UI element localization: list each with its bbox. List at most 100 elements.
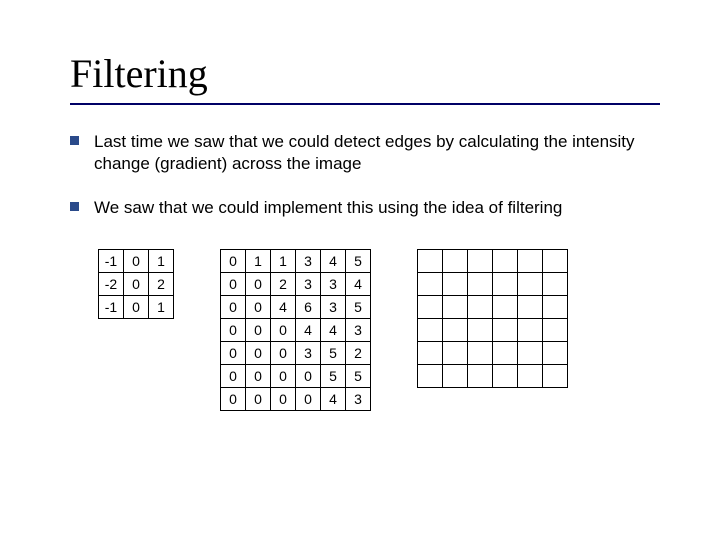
slide: Filtering Last time we saw that we could… bbox=[0, 0, 720, 540]
cell bbox=[493, 273, 518, 296]
square-bullet-icon bbox=[70, 202, 79, 211]
cell bbox=[443, 365, 468, 388]
cell: 2 bbox=[346, 342, 371, 365]
cell: 0 bbox=[271, 342, 296, 365]
cell: 5 bbox=[321, 342, 346, 365]
cell bbox=[518, 273, 543, 296]
cell: 2 bbox=[271, 273, 296, 296]
cell bbox=[518, 250, 543, 273]
cell: 0 bbox=[246, 296, 271, 319]
cell: 3 bbox=[296, 273, 321, 296]
cell bbox=[493, 342, 518, 365]
kernel-table: -1 0 1 -2 0 2 -1 0 1 bbox=[98, 249, 174, 319]
cell: 0 bbox=[271, 388, 296, 411]
cell bbox=[543, 365, 568, 388]
bullet-text: Last time we saw that we could detect ed… bbox=[94, 132, 635, 173]
cell bbox=[418, 250, 443, 273]
cell bbox=[518, 319, 543, 342]
cell: 1 bbox=[271, 250, 296, 273]
table-row bbox=[418, 296, 568, 319]
cell: 0 bbox=[246, 365, 271, 388]
cell: 0 bbox=[221, 319, 246, 342]
cell: 2 bbox=[149, 273, 174, 296]
square-bullet-icon bbox=[70, 136, 79, 145]
cell bbox=[418, 296, 443, 319]
table-row: 0 0 0 4 4 3 bbox=[221, 319, 371, 342]
cell bbox=[418, 365, 443, 388]
cell: 0 bbox=[221, 273, 246, 296]
cell bbox=[443, 296, 468, 319]
cell bbox=[493, 296, 518, 319]
cell: -2 bbox=[99, 273, 124, 296]
cell: 1 bbox=[246, 250, 271, 273]
cell bbox=[543, 319, 568, 342]
bullet-list: Last time we saw that we could detect ed… bbox=[70, 131, 660, 219]
cell: -1 bbox=[99, 250, 124, 273]
cell: 6 bbox=[296, 296, 321, 319]
cell: 0 bbox=[221, 365, 246, 388]
cell: 0 bbox=[296, 365, 321, 388]
cell: 0 bbox=[124, 250, 149, 273]
cell: 0 bbox=[246, 319, 271, 342]
cell: 5 bbox=[321, 365, 346, 388]
bullet-text: We saw that we could implement this usin… bbox=[94, 198, 562, 217]
cell: 0 bbox=[271, 365, 296, 388]
cell bbox=[543, 342, 568, 365]
cell: 4 bbox=[346, 273, 371, 296]
cell bbox=[418, 342, 443, 365]
cell bbox=[468, 319, 493, 342]
cell bbox=[468, 250, 493, 273]
table-row bbox=[418, 250, 568, 273]
cell: 3 bbox=[346, 319, 371, 342]
cell: 1 bbox=[149, 250, 174, 273]
page-title: Filtering bbox=[70, 50, 660, 97]
cell bbox=[418, 273, 443, 296]
table-row: -2 0 2 bbox=[99, 273, 174, 296]
cell: 3 bbox=[321, 273, 346, 296]
cell: 1 bbox=[149, 296, 174, 319]
list-item: We saw that we could implement this usin… bbox=[70, 197, 660, 219]
cell: 0 bbox=[221, 296, 246, 319]
cell: 0 bbox=[246, 388, 271, 411]
cell bbox=[518, 342, 543, 365]
cell bbox=[543, 250, 568, 273]
cell: 0 bbox=[124, 273, 149, 296]
cell: 0 bbox=[246, 273, 271, 296]
list-item: Last time we saw that we could detect ed… bbox=[70, 131, 660, 175]
tables-row: -1 0 1 -2 0 2 -1 0 1 0 1 1 3 4 5 bbox=[70, 249, 660, 411]
cell bbox=[518, 296, 543, 319]
cell bbox=[543, 296, 568, 319]
cell: 5 bbox=[346, 296, 371, 319]
table-row: 0 0 2 3 3 4 bbox=[221, 273, 371, 296]
cell bbox=[418, 319, 443, 342]
cell: 3 bbox=[296, 250, 321, 273]
cell bbox=[468, 342, 493, 365]
table-row: 0 1 1 3 4 5 bbox=[221, 250, 371, 273]
cell bbox=[443, 250, 468, 273]
cell: 4 bbox=[321, 319, 346, 342]
cell bbox=[443, 342, 468, 365]
table-row bbox=[418, 273, 568, 296]
table-row: 0 0 0 0 4 3 bbox=[221, 388, 371, 411]
cell bbox=[493, 319, 518, 342]
title-underline bbox=[70, 103, 660, 105]
cell: 4 bbox=[296, 319, 321, 342]
cell bbox=[493, 250, 518, 273]
image-table: 0 1 1 3 4 5 0 0 2 3 3 4 0 0 4 6 3 5 bbox=[220, 249, 371, 411]
cell: 4 bbox=[321, 388, 346, 411]
cell bbox=[468, 273, 493, 296]
cell: 0 bbox=[221, 250, 246, 273]
table-row: 0 0 0 3 5 2 bbox=[221, 342, 371, 365]
cell: 3 bbox=[296, 342, 321, 365]
cell: -1 bbox=[99, 296, 124, 319]
cell: 3 bbox=[321, 296, 346, 319]
cell: 5 bbox=[346, 365, 371, 388]
table-row: 0 0 4 6 3 5 bbox=[221, 296, 371, 319]
table-row: -1 0 1 bbox=[99, 296, 174, 319]
cell: 3 bbox=[346, 388, 371, 411]
cell: 0 bbox=[221, 342, 246, 365]
cell: 0 bbox=[124, 296, 149, 319]
cell bbox=[518, 365, 543, 388]
table-row bbox=[418, 319, 568, 342]
cell: 0 bbox=[246, 342, 271, 365]
